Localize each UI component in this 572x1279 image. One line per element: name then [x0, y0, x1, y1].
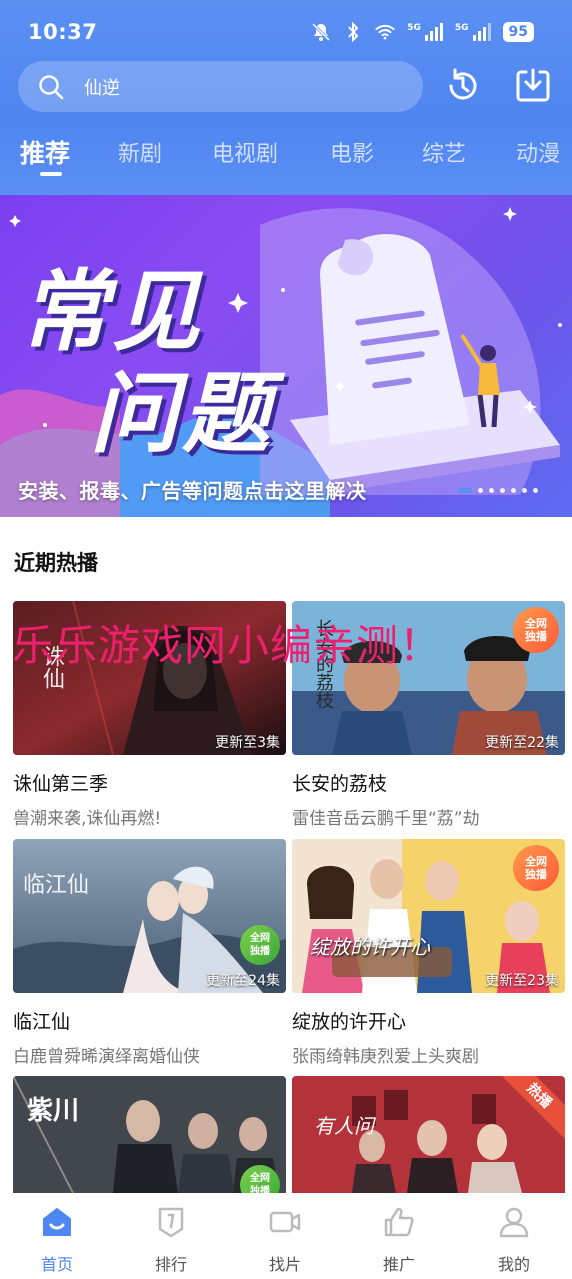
watermark-text: 乐乐游戏网小编亲测！ — [12, 621, 443, 670]
top-header: 10:37 5G 5G 95 仙逆 推荐 新剧 电视剧 电影 综艺 动漫 — [0, 0, 572, 195]
show-title: 临江仙 — [13, 1011, 71, 1033]
show-description: 兽潮来袭,诛仙再燃! — [13, 809, 162, 829]
tab-variety[interactable]: 综艺 — [422, 136, 466, 168]
exclusive-badge: 全网 独播 — [513, 845, 559, 891]
show-poster: 紫川 全网 独播 — [13, 1076, 286, 1193]
show-poster: 临江仙 全网 独播 更新至24集 — [13, 839, 286, 993]
history-icon[interactable] — [443, 66, 483, 106]
show-card[interactable]: 紫川 全网 独播 — [13, 1076, 286, 1193]
banner-caption: 安装、报毒、广告等问题点击这里解决 — [18, 479, 367, 503]
poster-logo: 绽放的许开心 — [310, 935, 430, 959]
cellular-signal-2: 5G — [455, 23, 491, 41]
search-bar[interactable]: 仙逆 — [18, 61, 423, 112]
badge-line2: 独播 — [525, 630, 547, 643]
nav-label: 首页 — [40, 1255, 73, 1274]
search-icon — [39, 74, 64, 99]
show-description: 白鹿曾舜晞演绎离婚仙侠 — [13, 1047, 200, 1067]
thumbs-up-icon — [384, 1207, 414, 1237]
show-description: 张雨绮韩庚烈爱上头爽剧 — [292, 1047, 479, 1067]
badge-line1: 全网 — [250, 1173, 270, 1184]
exclusive-badge: 全网 独播 — [513, 607, 559, 653]
status-time: 10:37 — [28, 20, 98, 44]
badge-line1: 全网 — [250, 933, 270, 944]
episode-count: 更新至23集 — [485, 973, 559, 989]
badge-line2: 独播 — [250, 946, 270, 957]
nav-promote[interactable]: 推广 — [359, 1205, 439, 1275]
badge-line1: 全网 — [525, 855, 547, 868]
home-icon — [43, 1208, 71, 1236]
section-title: 近期热播 — [14, 551, 98, 575]
tab-tv-series[interactable]: 电视剧 — [212, 136, 278, 168]
nav-label: 我的 — [497, 1255, 530, 1274]
episode-count: 更新至24集 — [206, 973, 280, 989]
show-title: 绽放的许开心 — [292, 1011, 407, 1033]
battery-indicator: 95 — [502, 22, 534, 42]
faq-banner[interactable]: 常见 问题 安装、报毒、广告等问题点击这里解决 — [0, 195, 572, 517]
episode-count: 更新至22集 — [485, 735, 559, 751]
poster-logo: 有人问 — [314, 1114, 374, 1138]
category-tabs: 推荐 新剧 电视剧 电影 综艺 动漫 — [0, 130, 572, 180]
signal-2-label: 5G — [454, 23, 469, 33]
bottom-nav: 首页 排行 找片 推广 我的 — [0, 1193, 572, 1279]
exclusive-badge: 全网 独播 — [240, 925, 280, 965]
search-input[interactable]: 仙逆 — [84, 74, 120, 100]
download-icon[interactable] — [513, 66, 553, 106]
status-bar: 10:37 5G 5G 95 — [0, 0, 572, 62]
show-description: 雷佳音岳云鹏千里“荔”劫 — [292, 809, 480, 829]
nav-ranking[interactable]: 排行 — [131, 1205, 211, 1275]
wifi-icon — [375, 22, 396, 42]
active-tab-indicator — [40, 172, 62, 176]
bluetooth-icon — [343, 22, 363, 42]
show-card[interactable]: 绽放的许开心 全网 独播 更新至23集 绽放的许开心 张雨绮韩庚烈爱上头爽剧 — [292, 839, 565, 1067]
tab-anime[interactable]: 动漫 — [516, 136, 560, 168]
ranking-icon — [158, 1207, 184, 1238]
show-card[interactable]: 临江仙 全网 独播 更新至24集 临江仙 白鹿曾舜晞演绎离婚仙侠 — [13, 839, 286, 1067]
status-icons: 5G 5G 95 — [311, 22, 534, 42]
nav-find[interactable]: 找片 — [245, 1205, 325, 1275]
banner-title-line2: 问题 — [90, 362, 275, 465]
mute-bell-icon — [311, 22, 331, 42]
show-poster: 有人问 热播 — [292, 1076, 565, 1193]
signal-1-label: 5G — [407, 23, 421, 33]
badge-line1: 全网 — [525, 617, 547, 630]
video-camera-icon — [269, 1211, 301, 1233]
show-card[interactable]: 有人问 热播 — [292, 1076, 565, 1193]
nav-home[interactable]: 首页 — [17, 1205, 97, 1275]
nav-label: 推广 — [382, 1255, 415, 1274]
show-title: 长安的荔枝 — [292, 773, 388, 795]
profile-icon — [499, 1207, 529, 1238]
tab-recommend[interactable]: 推荐 — [20, 134, 70, 170]
show-poster: 绽放的许开心 全网 独播 更新至23集 — [292, 839, 565, 993]
nav-profile[interactable]: 我的 — [474, 1205, 554, 1275]
badge-line2: 独播 — [525, 868, 547, 881]
badge-line2: 独播 — [250, 1186, 270, 1193]
nav-label: 找片 — [268, 1255, 301, 1274]
nav-label: 排行 — [154, 1255, 187, 1274]
tab-new-drama[interactable]: 新剧 — [118, 136, 162, 168]
tab-movies[interactable]: 电影 — [330, 136, 374, 168]
carousel-indicator — [458, 488, 538, 493]
cellular-signal-1: 5G — [407, 23, 443, 41]
show-title: 诛仙第三季 — [13, 773, 109, 795]
episode-count: 更新至3集 — [215, 735, 280, 751]
poster-logo: 临江仙 — [23, 873, 90, 898]
poster-logo: 紫川 — [27, 1096, 80, 1126]
